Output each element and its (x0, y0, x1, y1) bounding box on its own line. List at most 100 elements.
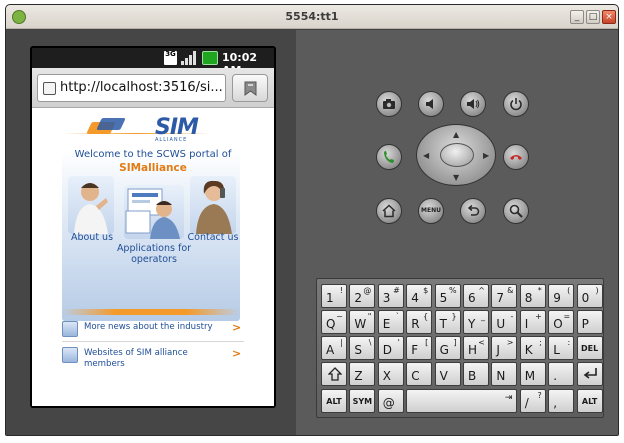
menu-button[interactable]: MENU (418, 198, 444, 224)
key-m[interactable]: M (519, 362, 546, 386)
members-link-row[interactable]: Websites of SIM alliance members > (62, 347, 244, 377)
search-button[interactable] (503, 198, 529, 224)
key-sym[interactable]: SYM (349, 389, 376, 413)
key-w-alt-label: " (367, 312, 372, 321)
close-button[interactable]: × (602, 10, 616, 24)
key-a-label: A (326, 343, 335, 357)
dpad[interactable]: ▲ ▼ ◀ ▶ (416, 124, 496, 186)
key-0[interactable]: 0) (576, 284, 603, 308)
contact-us-link[interactable]: Contact us (182, 232, 244, 243)
key-2[interactable]: 2 @ (349, 284, 376, 308)
key-c[interactable]: C (406, 362, 433, 386)
key-6[interactable]: 6 ^ (463, 284, 489, 308)
key-d[interactable]: D ' (377, 336, 404, 360)
key-alt-right[interactable]: ALT (576, 389, 603, 413)
key-alt-right-label: ALT (581, 397, 598, 406)
key-5[interactable]: 5% (434, 284, 461, 308)
dpad-right-icon[interactable]: ▶ (483, 152, 489, 160)
key-period[interactable]: . (548, 362, 575, 386)
key-n-label: N (496, 369, 506, 383)
volume-down-button[interactable] (418, 91, 444, 117)
key-at[interactable]: @ (377, 389, 404, 413)
key-alt-left[interactable]: ALT (321, 389, 347, 413)
key-i[interactable]: I + (519, 310, 546, 334)
members-link-text[interactable]: Websites of SIM alliance members (84, 348, 222, 370)
key-f[interactable]: F[ (406, 336, 433, 360)
news-link-row[interactable]: More news about the industry > (62, 321, 244, 341)
dpad-center-button[interactable] (440, 143, 474, 167)
camera-button[interactable] (376, 91, 402, 117)
key-4[interactable]: 4 $ (406, 284, 433, 308)
dpad-down-icon[interactable]: ▼ (453, 174, 459, 182)
key-k[interactable]: K; (519, 336, 546, 360)
power-button[interactable] (503, 91, 529, 117)
home-button[interactable] (376, 198, 402, 224)
key-7[interactable]: 7 & (491, 284, 518, 308)
key-e[interactable]: E ` (377, 310, 404, 334)
key-w[interactable]: W " (349, 310, 376, 334)
key-delete[interactable]: DEL (576, 336, 603, 360)
key-o-label: O (553, 317, 563, 331)
web-page: SIM ALLIANCE Welcome to the SCWS portal … (32, 109, 274, 406)
news-link-text[interactable]: More news about the industry (84, 322, 222, 333)
maximize-button[interactable]: □ (586, 10, 600, 24)
key-p[interactable]: P (576, 310, 603, 334)
key-9[interactable]: 9( (548, 284, 575, 308)
key-r-alt-label: { (423, 312, 429, 321)
bookmark-icon (244, 81, 257, 96)
key-j[interactable]: J > (491, 336, 518, 360)
key-slash[interactable]: /? (519, 389, 546, 413)
key-o[interactable]: O = (548, 310, 575, 334)
key-v[interactable]: V (434, 362, 461, 386)
key-h[interactable]: H < (463, 336, 489, 360)
volume-up-button[interactable] (460, 91, 486, 117)
key-x-label: X (382, 369, 392, 383)
key-z[interactable]: Z (349, 362, 376, 386)
key-n[interactable]: N (491, 362, 518, 386)
dpad-left-icon[interactable]: ◀ (423, 152, 429, 160)
key-t[interactable]: T} (434, 310, 461, 334)
end-call-button[interactable] (503, 144, 529, 170)
key-q-alt-label: ~ (336, 312, 343, 321)
key-enter[interactable] (576, 362, 603, 386)
applications-image[interactable] (124, 185, 184, 239)
simalliance-logo: SIM ALLIANCE (86, 115, 229, 145)
key-r[interactable]: R{ (406, 310, 433, 334)
key-y[interactable]: Y _ (463, 310, 489, 334)
url-input[interactable]: http://localhost:3516/si... (37, 74, 226, 102)
key-g[interactable]: G] (434, 336, 461, 360)
bookmark-button[interactable] (232, 74, 268, 102)
minimize-button[interactable]: _ (570, 10, 584, 24)
news-icon (62, 321, 78, 337)
orange-divider (62, 309, 240, 315)
key-space[interactable]: ⇥ (406, 389, 518, 413)
power-icon (510, 98, 522, 111)
contact-us-image[interactable] (190, 176, 236, 234)
key-comma[interactable]: , (548, 389, 575, 413)
about-us-image[interactable] (68, 176, 114, 234)
key-s[interactable]: S \ (349, 336, 376, 360)
key-x[interactable]: X (377, 362, 404, 386)
about-us-link[interactable]: About us (62, 232, 122, 243)
applications-link[interactable]: Applications for operators (116, 243, 192, 265)
key-3[interactable]: 3 # (377, 284, 404, 308)
call-button[interactable] (376, 144, 402, 170)
key-t-label: T (439, 317, 447, 331)
back-button[interactable] (460, 198, 486, 224)
logo-subtext: ALLIANCE (155, 137, 188, 143)
dpad-up-icon[interactable]: ▲ (453, 131, 459, 139)
key-u[interactable]: U- (491, 310, 518, 334)
key-q[interactable]: Q ~ (321, 310, 347, 334)
device-frame: 3G 10:02 AM http://localhost:3516/si... (6, 30, 296, 435)
key-1[interactable]: 1! (321, 284, 347, 308)
key-l[interactable]: L: (548, 336, 575, 360)
key-v-label: V (439, 369, 448, 383)
key-8[interactable]: 8 * (519, 284, 546, 308)
key-d-alt-label: ' (397, 338, 400, 347)
key-a[interactable]: A | (321, 336, 347, 360)
key-b[interactable]: B (463, 362, 489, 386)
title-bar[interactable]: 5554:tt1 _ □ × (6, 5, 618, 29)
key-i-alt-label: + (535, 312, 542, 321)
home-icon (382, 204, 396, 218)
key-shift[interactable] (321, 362, 347, 386)
